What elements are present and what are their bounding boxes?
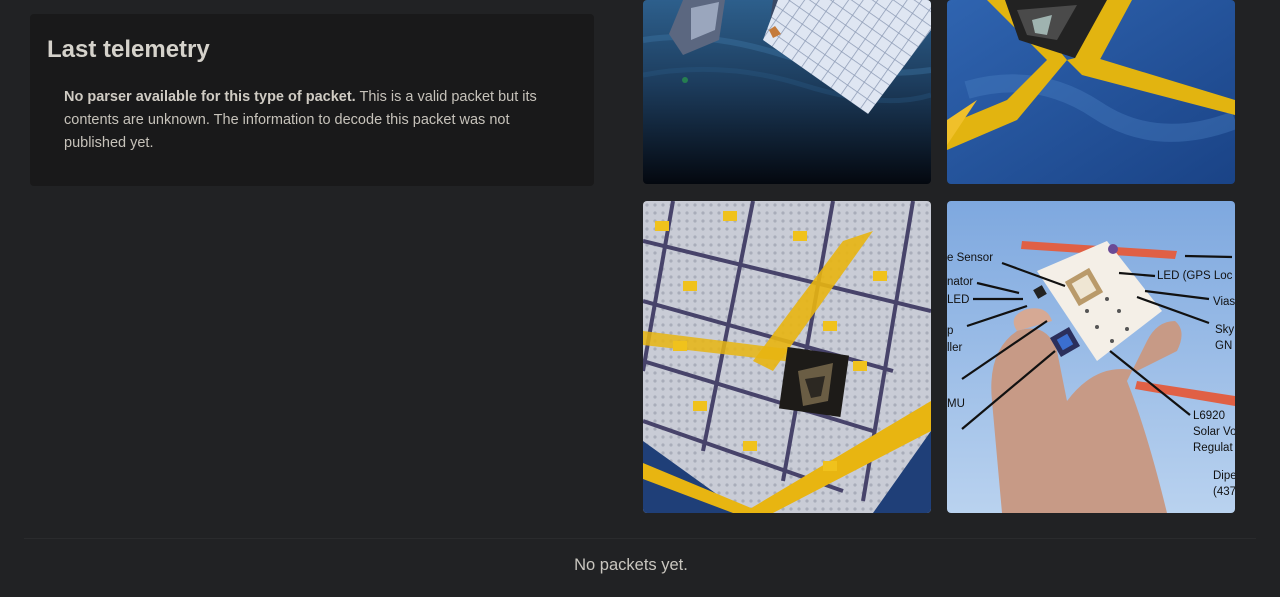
no-packets-message: No packets yet. <box>574 556 688 574</box>
label-freq: (437 <box>1213 486 1235 498</box>
last-telemetry-title: Last telemetry <box>47 36 210 63</box>
label-mu: MU <box>947 398 965 410</box>
telemetry-message: No parser available for this type of pac… <box>64 86 544 155</box>
satellite-photo-orbit[interactable] <box>643 0 931 184</box>
label-sky: Sky <box>1215 324 1234 336</box>
label-nator: nator <box>947 276 973 288</box>
last-telemetry-card: Last telemetry No parser available for t… <box>30 14 594 186</box>
satellite-photo-chip-sky[interactable] <box>947 0 1235 184</box>
label-ller: ller <box>947 342 963 354</box>
annotated-pcb-image: e Sensor LED (GPS Loc nator LED Vias p S… <box>947 201 1235 513</box>
satellite-orbit-image <box>643 0 931 184</box>
label-gn: GN <box>1215 340 1232 352</box>
satellite-page: Last telemetry No parser available for t… <box>0 0 1280 597</box>
label-p: p <box>947 325 953 337</box>
label-led-gps: LED (GPS Loc <box>1157 270 1233 282</box>
tape-grid-image <box>643 201 931 513</box>
section-divider <box>24 538 1256 539</box>
satellite-photo-pcb-annotated[interactable]: e Sensor LED (GPS Loc nator LED Vias p S… <box>947 201 1235 513</box>
satellite-photo-tape-grid[interactable] <box>643 201 931 513</box>
label-led: LED <box>947 294 969 306</box>
label-regul: Regulat <box>1193 442 1233 454</box>
label-sensor: e Sensor <box>947 252 993 264</box>
label-l6920: L6920 <box>1193 410 1225 422</box>
label-vias: Vias <box>1213 296 1235 308</box>
label-dipe: Dipe <box>1213 470 1235 482</box>
chip-sky-image <box>947 0 1235 184</box>
label-solar: Solar Vo <box>1193 426 1235 438</box>
telemetry-message-bold: No parser available for this type of pac… <box>64 89 356 105</box>
